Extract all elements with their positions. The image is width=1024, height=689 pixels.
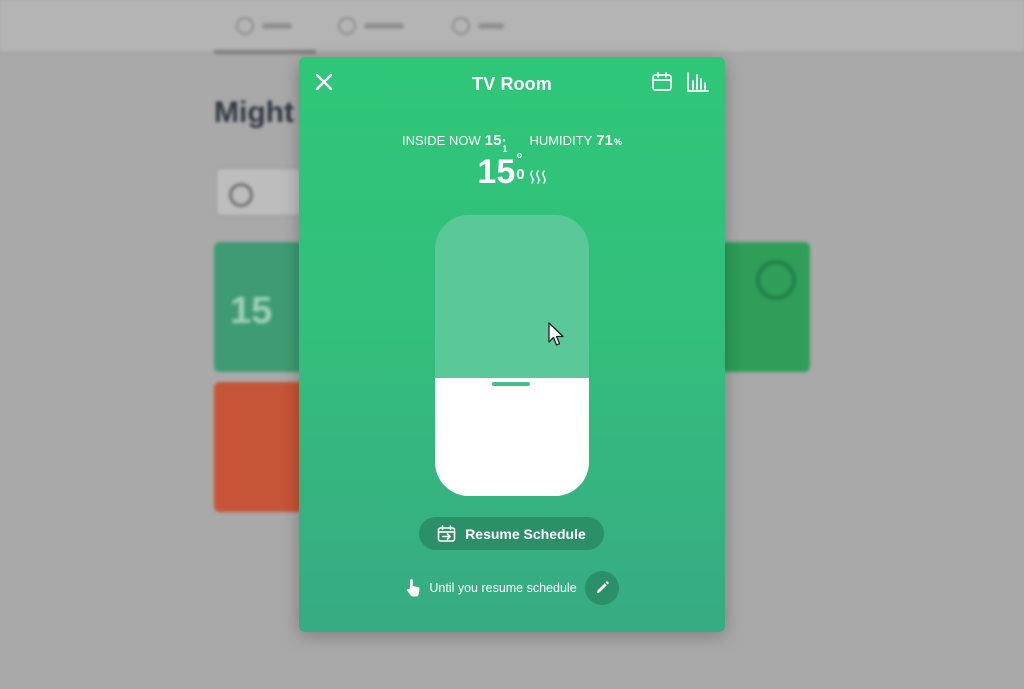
heat-waves-icon <box>529 170 546 184</box>
calendar-arrow-icon <box>437 524 456 542</box>
inside-value: 15 <box>484 132 502 149</box>
background-room-card: 15 <box>214 242 304 372</box>
mouse-cursor-icon <box>548 322 564 346</box>
inside-temperature: INSIDE NOW 15 ° 1 <box>402 132 508 154</box>
resume-schedule-label: Resume Schedule <box>465 525 586 542</box>
inside-label: INSIDE NOW <box>402 133 481 148</box>
humidity-unit: % <box>613 137 622 147</box>
humidity-value: 71 <box>596 132 613 149</box>
background-room-card <box>720 242 810 372</box>
calendar-icon <box>652 72 672 91</box>
target-temperature: 15 ° 0 <box>299 151 725 191</box>
inside-decimal: 1 <box>502 144 508 154</box>
setpoint-value: 15 <box>477 153 516 191</box>
override-status: Until you resume schedule <box>299 571 725 605</box>
humidity-label: HUMIDITY <box>529 133 593 148</box>
background-tab-settings <box>338 14 404 38</box>
setpoint-decimal: 0 <box>516 166 525 183</box>
slider-fill <box>435 378 589 496</box>
edit-override-button[interactable] <box>584 571 619 605</box>
inside-unit: ° <box>502 138 506 147</box>
slider-handle[interactable] <box>492 382 530 386</box>
background-page-title: Might <box>214 96 294 129</box>
inside-fraction: ° 1 <box>502 138 508 154</box>
background-notice-card <box>216 168 302 216</box>
background-tab-home <box>236 14 292 38</box>
current-readings: INSIDE NOW 15 ° 1 HUMIDITY 71% <box>299 132 725 154</box>
calendar-button[interactable] <box>649 69 675 95</box>
room-control-modal: TV Room INSIDE NOW 15 ° 1 HUMIDITY 71% 15 … <box>299 57 725 632</box>
background-tab-underline <box>214 50 316 54</box>
until-text: Until you resume schedule <box>429 581 577 595</box>
pencil-icon <box>596 581 609 593</box>
background-topbar <box>0 0 1024 54</box>
statistics-button[interactable] <box>685 69 711 95</box>
temperature-slider[interactable] <box>435 215 589 496</box>
background-room-card <box>214 382 304 512</box>
humidity-reading: HUMIDITY 71% <box>529 132 622 149</box>
setpoint-fraction: ° 0 <box>516 151 525 183</box>
setpoint-unit: ° <box>516 151 523 168</box>
hand-pointer-icon <box>407 579 420 597</box>
bar-chart-icon <box>687 72 709 92</box>
background-tab-more <box>452 14 504 38</box>
resume-schedule-button[interactable]: Resume Schedule <box>419 517 604 550</box>
